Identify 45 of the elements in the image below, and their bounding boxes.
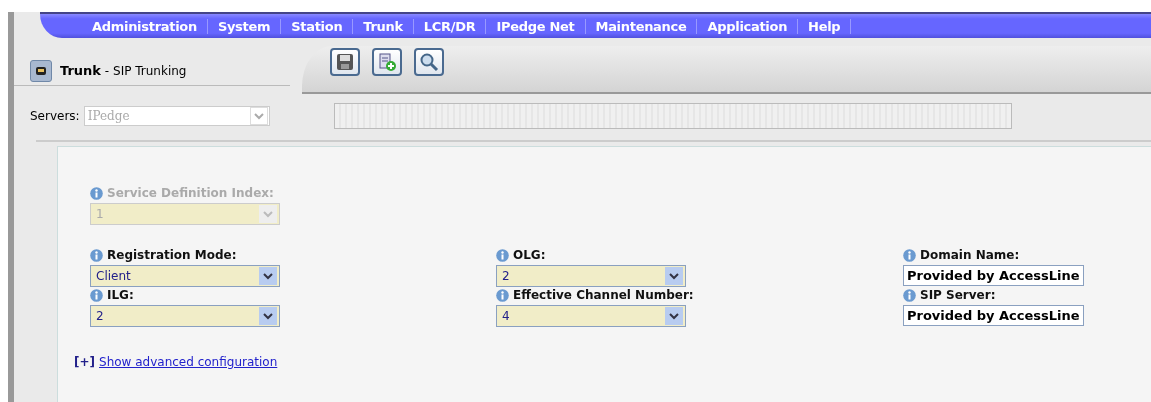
menu-item[interactable]: System xyxy=(207,18,282,34)
field-label: Service Definition Index: xyxy=(107,186,274,200)
dropdown[interactable]: 4 xyxy=(496,305,686,327)
document-add-icon xyxy=(377,52,397,72)
menu-item[interactable]: Administration xyxy=(82,18,208,34)
page-title: Trunk - SIP Trunking xyxy=(60,63,187,78)
text-field[interactable]: Provided by AccessLine xyxy=(903,305,1084,326)
dropdown[interactable]: Client xyxy=(90,265,280,287)
menu-item[interactable]: Trunk xyxy=(353,18,414,34)
dropdown[interactable]: 2 xyxy=(496,265,686,287)
info-icon[interactable] xyxy=(496,288,509,302)
info-icon[interactable] xyxy=(903,248,916,262)
field-label: Servers: xyxy=(30,109,80,123)
info-icon[interactable] xyxy=(903,288,916,302)
info-icon[interactable] xyxy=(496,248,509,262)
field-label: Domain Name: xyxy=(920,248,1020,262)
trunk-icon xyxy=(30,59,52,82)
advanced-configuration-link[interactable]: Show advanced configuration xyxy=(99,355,278,369)
field-label: Registration Mode: xyxy=(107,248,237,262)
field-label: SIP Server: xyxy=(920,288,996,302)
field-label: ILG: xyxy=(107,288,134,302)
search-icon xyxy=(419,52,439,72)
menu-item[interactable]: Help xyxy=(798,18,852,34)
dropdown[interactable]: 2 xyxy=(90,305,280,327)
text-field[interactable]: Provided by AccessLine xyxy=(903,265,1084,286)
expand-marker: [+] xyxy=(74,355,96,369)
caret-icon xyxy=(259,205,277,223)
info-icon[interactable] xyxy=(90,186,103,200)
menu-item[interactable]: Station xyxy=(281,18,354,34)
caret-icon xyxy=(259,307,277,325)
save-button[interactable] xyxy=(330,48,360,76)
search-button[interactable] xyxy=(414,48,444,76)
menu-item[interactable]: LCR/DR xyxy=(413,18,487,34)
caret-icon xyxy=(259,267,277,285)
field-label: Effective Channel Number: xyxy=(513,288,694,302)
info-icon[interactable] xyxy=(90,288,103,302)
menu-item[interactable]: IPedge Net xyxy=(486,18,586,34)
add-button[interactable] xyxy=(372,48,402,76)
caret-icon xyxy=(665,307,683,325)
menu-item[interactable]: Application xyxy=(697,18,799,34)
caret-icon xyxy=(249,107,268,125)
menu-item[interactable]: Maintenance xyxy=(585,18,698,34)
info-icon[interactable] xyxy=(90,248,103,262)
field-label: OLG: xyxy=(513,248,546,262)
caret-icon xyxy=(665,267,683,285)
